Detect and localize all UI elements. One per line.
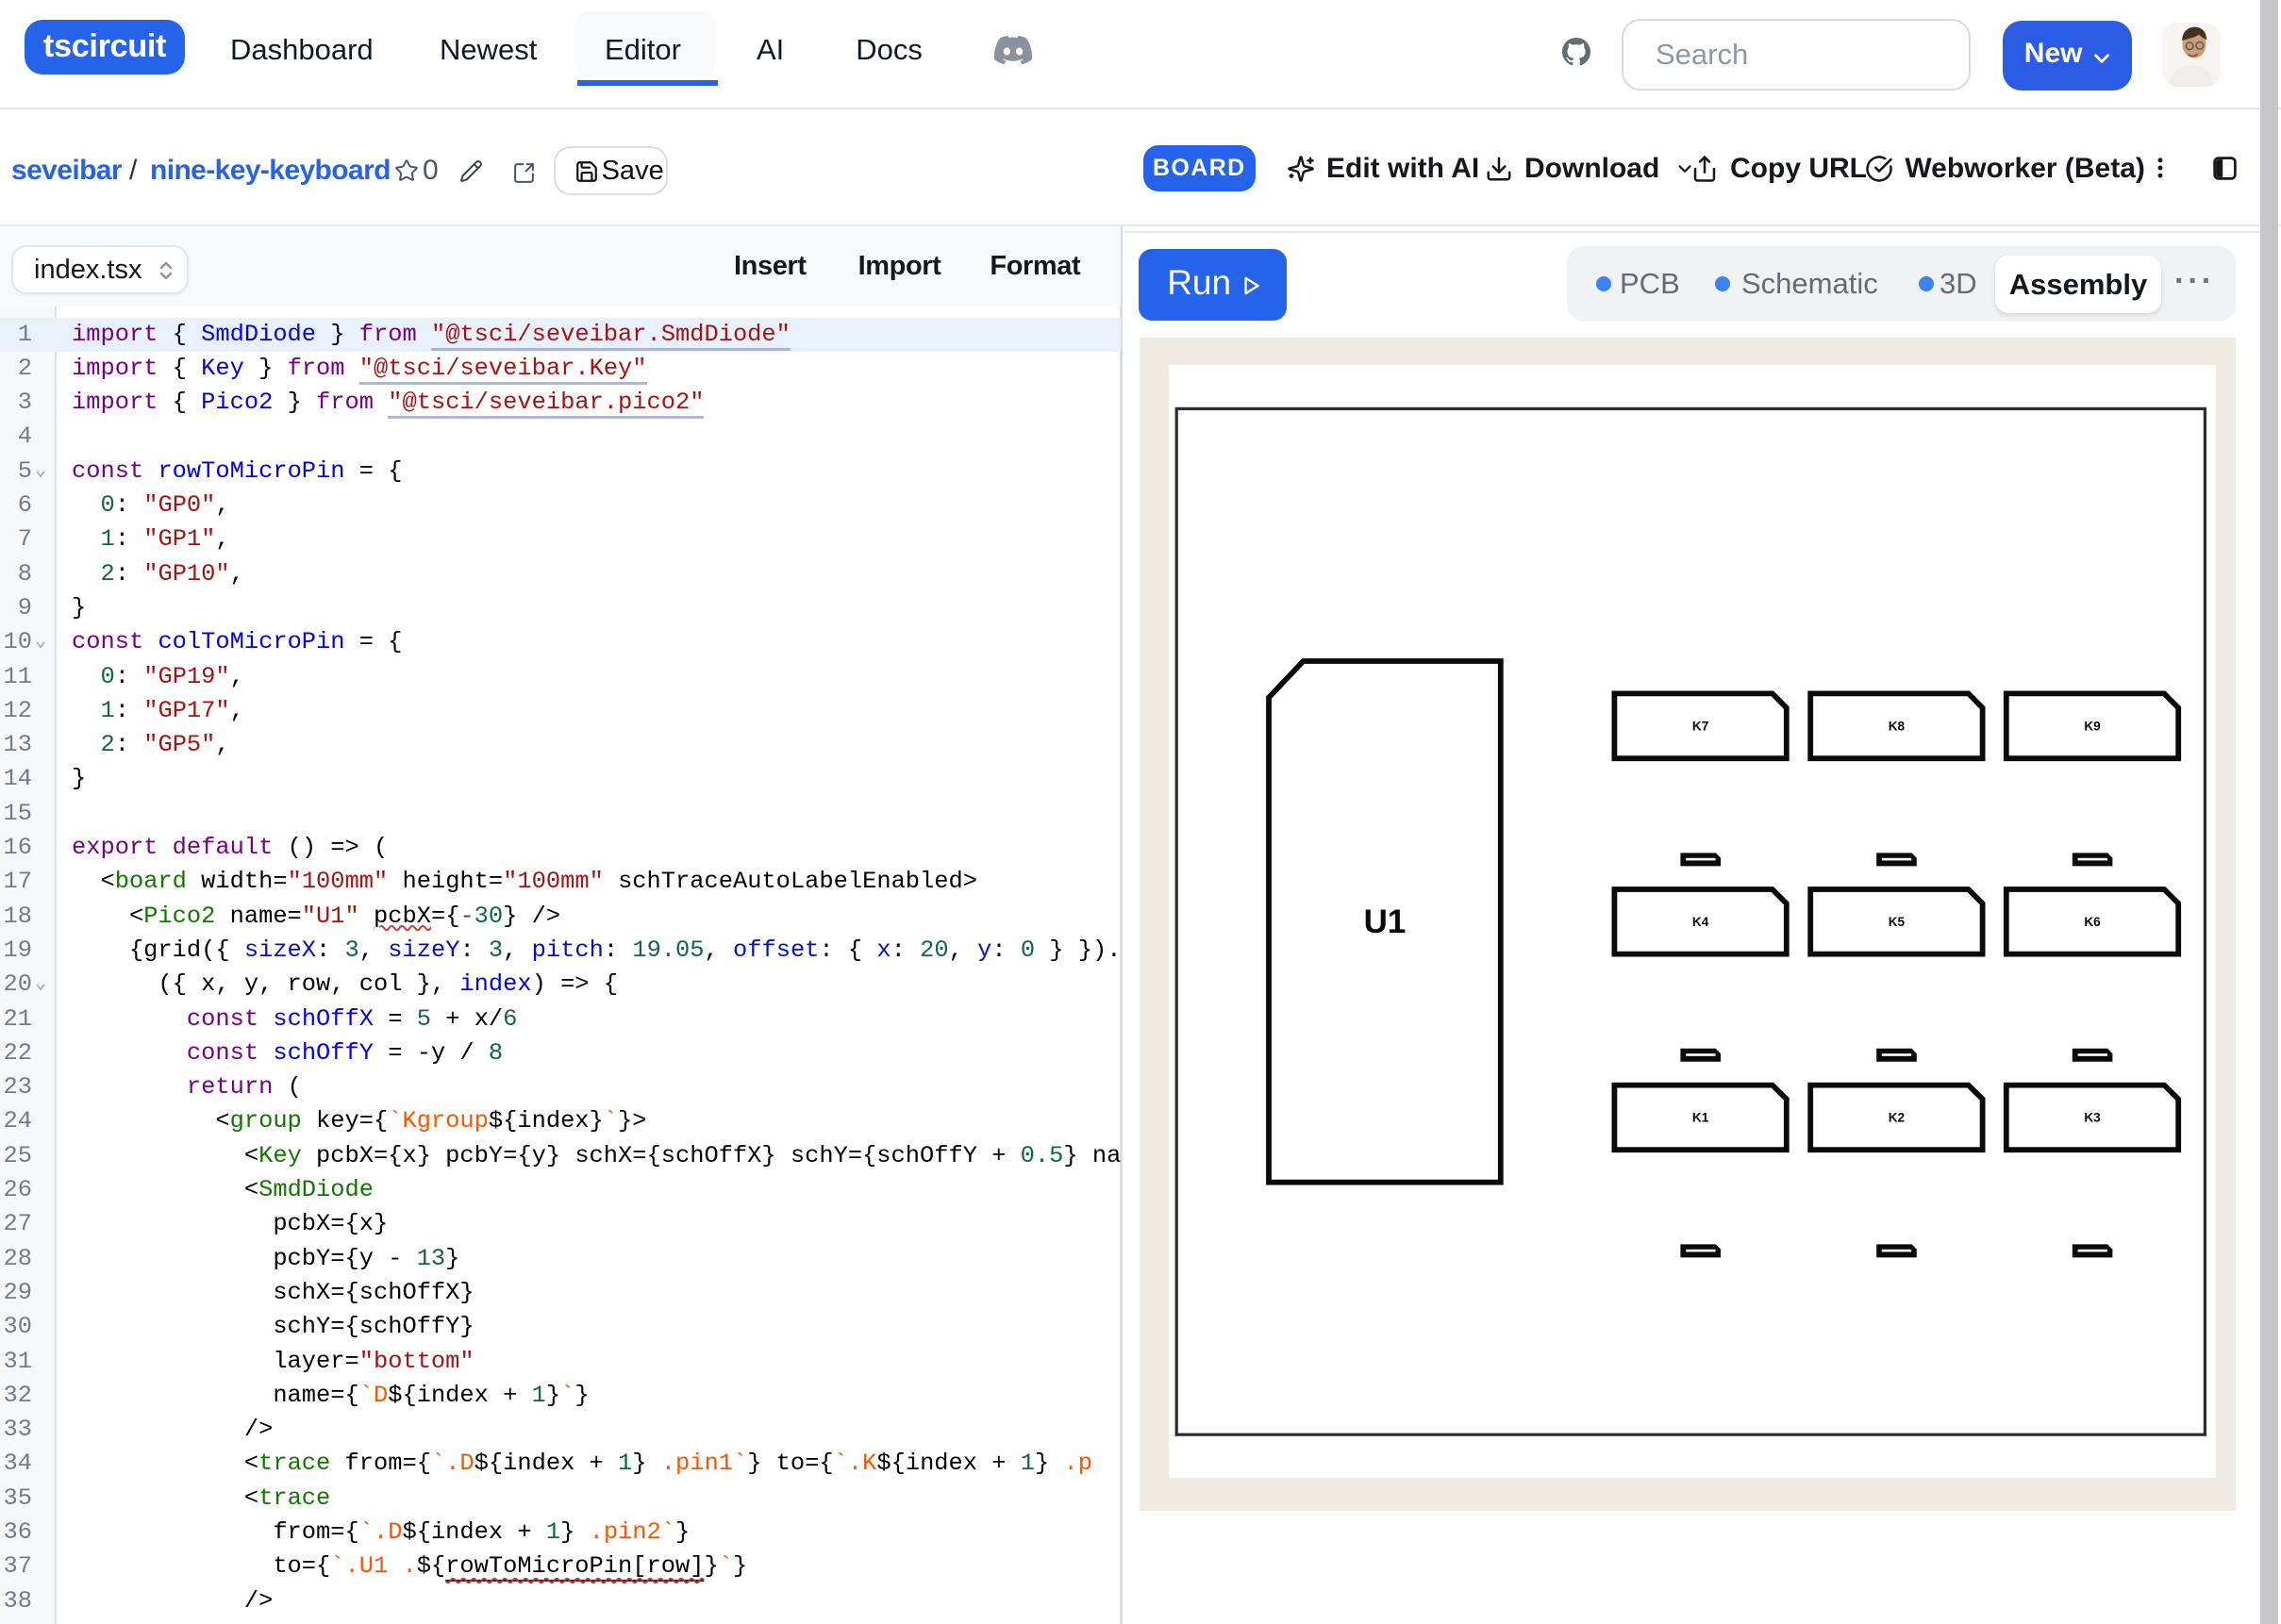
svg-text:K6: K6 bbox=[2084, 915, 2101, 929]
svg-text:K9: K9 bbox=[2084, 720, 2101, 734]
svg-text:K2: K2 bbox=[1889, 1111, 1906, 1125]
svg-text:K8: K8 bbox=[1889, 720, 1906, 734]
svg-text:K3: K3 bbox=[2084, 1111, 2101, 1125]
svg-text:K7: K7 bbox=[1692, 720, 1708, 734]
svg-text:U1: U1 bbox=[1364, 903, 1407, 940]
svg-text:K4: K4 bbox=[1692, 915, 1709, 929]
svg-text:K5: K5 bbox=[1889, 915, 1906, 929]
svg-text:K1: K1 bbox=[1692, 1111, 1709, 1125]
